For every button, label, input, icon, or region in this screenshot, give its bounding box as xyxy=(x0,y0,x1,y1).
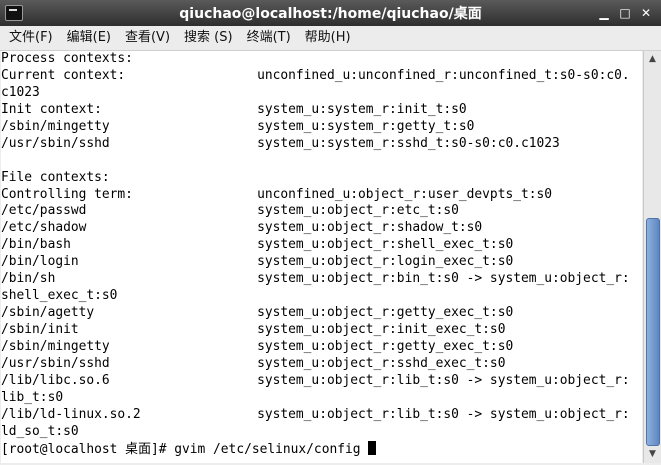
terminal-line: lib_t:s0 xyxy=(1,389,64,405)
title-bar[interactable]: qiuchao@localhost:/home/qiuchao/桌面 ▁ □ ✕ xyxy=(0,0,661,26)
terminal-line: File contexts: xyxy=(1,169,110,185)
scroll-up-icon[interactable]: ▲ xyxy=(644,51,661,68)
menu-search[interactable]: 搜索 (S) xyxy=(179,27,238,49)
terminal-line: shell_exec_t:s0 xyxy=(1,288,118,304)
terminal-line: /sbin/mingetty system_u:object_r:getty_e… xyxy=(1,338,514,354)
terminal-line: /bin/bash system_u:object_r:shell_exec_t… xyxy=(1,237,514,253)
terminal-line: Current context: unconfined_u:unconfined… xyxy=(1,67,630,83)
menu-edit[interactable]: 编辑(E) xyxy=(62,27,116,49)
terminal-line: Process contexts: xyxy=(1,51,133,66)
maximize-icon[interactable]: □ xyxy=(617,5,633,21)
scroll-down-icon[interactable]: ▼ xyxy=(644,446,661,463)
terminal-line: /usr/sbin/sshd system_u:system_r:sshd_t:… xyxy=(1,135,560,151)
vertical-scrollbar[interactable]: ▲ ▼ xyxy=(643,51,661,463)
menu-bar: 文件(F) 编辑(E) 查看(V) 搜索 (S) 终端(T) 帮助(H) xyxy=(0,26,661,51)
terminal-line: /sbin/mingetty system_u:system_r:getty_t… xyxy=(1,118,475,134)
terminal-line: /etc/shadow system_u:object_r:shadow_t:s… xyxy=(1,220,483,236)
menu-terminal[interactable]: 终端(T) xyxy=(242,27,296,49)
terminal-line: /bin/sh system_u:object_r:bin_t:s0 -> sy… xyxy=(1,271,630,287)
terminal-line: c1023 xyxy=(1,84,40,100)
menu-view[interactable]: 查看(V) xyxy=(120,27,175,49)
terminal-lines: Process contexts: Current context: unconf… xyxy=(1,51,642,458)
terminal-line: /bin/login system_u:object_r:login_exec_… xyxy=(1,254,514,270)
menu-file[interactable]: 文件(F) xyxy=(4,27,58,49)
terminal-line: /lib/libc.so.6 system_u:object_r:lib_t:s… xyxy=(1,372,630,388)
terminal-line: /lib/ld-linux.so.2 system_u:object_r:lib… xyxy=(1,406,630,422)
terminal-line: Init context: system_u:system_r:init_t:s… xyxy=(1,101,467,117)
terminal-output[interactable]: Process contexts: Current context: unconf… xyxy=(1,51,642,463)
command-prompt[interactable]: [root@localhost 桌面]# gvim /etc/selinux/c… xyxy=(1,440,642,458)
prompt-text: [root@localhost 桌面]# gvim /etc/selinux/c… xyxy=(1,441,369,457)
terminal-line: /etc/passwd system_u:object_r:etc_t:s0 xyxy=(1,203,459,219)
terminal-line: ld_so_t:s0 xyxy=(1,423,79,439)
close-icon[interactable]: ✕ xyxy=(638,5,654,21)
terminal-window: qiuchao@localhost:/home/qiuchao/桌面 ▁ □ ✕… xyxy=(0,0,661,465)
terminal-line: /usr/sbin/sshd system_u:object_r:sshd_ex… xyxy=(1,355,506,371)
terminal-icon xyxy=(5,5,23,21)
terminal-line: Controlling term: unconfined_u:object_r:… xyxy=(1,186,553,202)
menu-help[interactable]: 帮助(H) xyxy=(300,27,356,49)
text-cursor xyxy=(368,440,377,455)
terminal-line: /sbin/agetty system_u:object_r:getty_exe… xyxy=(1,305,514,321)
window-title: qiuchao@localhost:/home/qiuchao/桌面 xyxy=(179,6,482,22)
minimize-icon[interactable]: ▁ xyxy=(596,5,612,21)
scroll-thumb[interactable] xyxy=(646,218,660,446)
terminal-line: /sbin/init system_u:object_r:init_exec_t… xyxy=(1,322,506,337)
